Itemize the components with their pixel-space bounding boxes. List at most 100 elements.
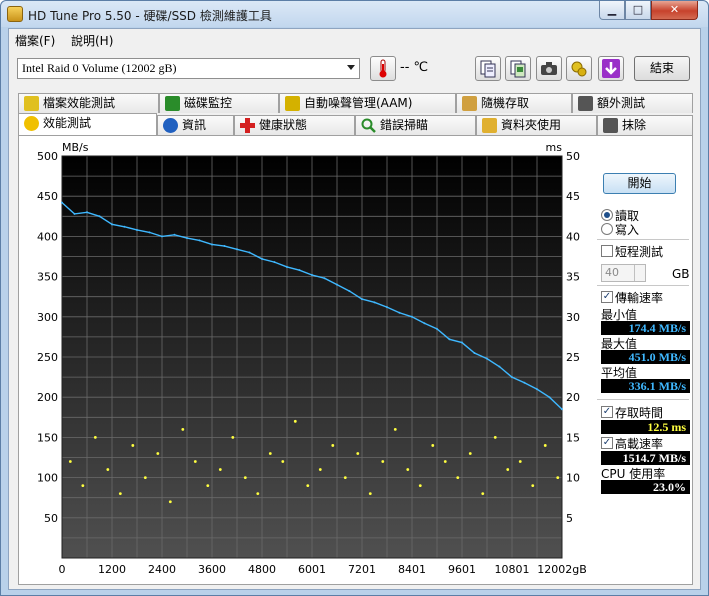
- transfer-rate-point: [323, 277, 326, 280]
- transfer-rate-point: [510, 376, 513, 379]
- y-left-tick-label: 50: [44, 512, 58, 525]
- y-right-tick-label: 35: [566, 271, 580, 284]
- transfer-rate-point: [198, 239, 201, 242]
- transfer-rate-point: [398, 311, 401, 314]
- start-button[interactable]: 開始: [603, 173, 676, 194]
- access-time-point: [106, 468, 110, 471]
- access-time-point: [218, 468, 222, 471]
- transfer-rate-point: [173, 233, 176, 236]
- access-time-point: [131, 444, 135, 447]
- title-bar[interactable]: HD Tune Pro 5.50 - 硬碟/SSD 檢測維護工具 ▁ □ ✕: [1, 1, 708, 27]
- write-radio[interactable]: [601, 223, 613, 235]
- transfer-rate-point: [498, 365, 501, 368]
- copy-screenshot-icon[interactable]: [505, 56, 531, 81]
- transfer-rate-point: [448, 338, 451, 341]
- disk-monitor-icon: [165, 96, 180, 111]
- transfer-rate-point: [235, 248, 238, 251]
- tab-aam-label: 自動噪聲管理(AAM): [304, 96, 413, 110]
- access-time-checkbox[interactable]: ✓: [601, 406, 613, 418]
- left-axis-unit: MB/s: [62, 141, 89, 154]
- y-left-tick-label: 150: [37, 431, 58, 444]
- x-tick-label: 8401: [398, 563, 426, 576]
- access-time-point: [443, 460, 447, 463]
- access-time-point: [431, 444, 435, 447]
- access-time-point: [206, 484, 210, 488]
- minimize-button[interactable]: ▁: [599, 1, 625, 20]
- access-time-point: [143, 476, 147, 479]
- tab-info-label: 資訊: [182, 118, 207, 132]
- burst-rate-value: 1514.7 MB/s: [601, 451, 690, 465]
- min-value: 174.4 MB/s: [601, 321, 690, 335]
- x-tick-label: 6001: [298, 563, 326, 576]
- exit-button[interactable]: 結束: [634, 56, 690, 81]
- tab-random-access-label: 隨機存取: [481, 96, 530, 110]
- access-time-point: [506, 468, 510, 471]
- transfer-rate-point: [123, 225, 126, 228]
- tab-disk-monitor-label: 磁碟監控: [184, 96, 233, 110]
- short-test-unit: GB: [672, 267, 690, 281]
- short-test-size-stepper[interactable]: 40: [601, 264, 646, 282]
- thermometer-icon[interactable]: [370, 56, 396, 81]
- x-tick-label: 9601: [448, 563, 476, 576]
- access-time-point: [418, 484, 422, 488]
- tab-folder-usage-label: 資料夾使用: [501, 118, 562, 132]
- tab-erase[interactable]: 抹除: [597, 115, 693, 135]
- toolbar: Intel Raid 0 Volume (12002 gB) -- ℃ 結束: [9, 50, 700, 90]
- read-radio[interactable]: [601, 209, 613, 221]
- divider: [597, 285, 689, 286]
- tab-health[interactable]: 健康狀態: [234, 115, 355, 135]
- access-time-point: [268, 452, 272, 455]
- download-icon[interactable]: [598, 56, 624, 81]
- x-tick-label: 10801: [495, 563, 530, 576]
- y-right-tick-label: 50: [566, 150, 580, 163]
- drive-select[interactable]: Intel Raid 0 Volume (12002 gB): [17, 58, 360, 79]
- tab-aam[interactable]: 自動噪聲管理(AAM): [279, 93, 456, 113]
- client-area: 檔案(F) 說明(H) Intel Raid 0 Volume (12002 g…: [8, 28, 701, 590]
- window-title: HD Tune Pro 5.50 - 硬碟/SSD 檢測維護工具: [28, 9, 272, 23]
- file-benchmark-icon: [24, 96, 39, 111]
- speaker-icon: [285, 96, 300, 111]
- close-button[interactable]: ✕: [651, 1, 698, 20]
- tab-benchmark[interactable]: 效能測試: [18, 113, 157, 135]
- access-time-point: [531, 484, 535, 488]
- maximize-button[interactable]: □: [625, 1, 651, 20]
- transfer-rate-point: [410, 315, 413, 318]
- tab-info[interactable]: 資訊: [157, 115, 234, 135]
- access-time-point: [393, 427, 397, 431]
- transfer-rate-point: [348, 290, 351, 293]
- options-icon[interactable]: [566, 56, 592, 81]
- access-time-point: [368, 492, 372, 496]
- camera-icon[interactable]: [536, 56, 562, 81]
- y-left-tick-label: 100: [37, 472, 58, 485]
- app-window: HD Tune Pro 5.50 - 硬碟/SSD 檢測維護工具 ▁ □ ✕ 檔…: [0, 0, 709, 596]
- tab-file-benchmark[interactable]: 檔案效能測試: [18, 93, 159, 113]
- tab-erase-label: 抹除: [622, 118, 647, 132]
- access-time-point: [343, 476, 347, 479]
- transfer-rate-point: [185, 237, 188, 240]
- divider: [597, 399, 689, 400]
- benchmark-bulb-icon: [24, 116, 39, 131]
- burst-rate-checkbox[interactable]: ✓: [601, 437, 613, 449]
- divider: [597, 239, 689, 240]
- copy-text-icon[interactable]: [475, 56, 501, 81]
- health-cross-icon: [240, 118, 255, 133]
- tab-extra-tests[interactable]: 額外測試: [572, 93, 693, 113]
- y-left-tick-label: 500: [37, 150, 58, 163]
- tab-error-scan[interactable]: 錯誤掃瞄: [355, 115, 476, 135]
- transfer-rate-point: [460, 341, 463, 344]
- transfer-rate-checkbox[interactable]: ✓: [601, 291, 613, 303]
- tab-folder-usage[interactable]: 資料夾使用: [476, 115, 597, 135]
- menu-bar: 檔案(F) 說明(H): [9, 29, 700, 49]
- menu-file[interactable]: 檔案(F): [15, 32, 55, 49]
- menu-help[interactable]: 說明(H): [71, 32, 113, 49]
- temperature-readout: -- ℃: [400, 60, 429, 75]
- transfer-rate-point: [373, 301, 376, 304]
- tab-random-access[interactable]: 隨機存取: [456, 93, 572, 113]
- write-label: 寫入: [615, 223, 640, 237]
- stepper-arrows-icon[interactable]: [634, 265, 645, 281]
- access-time-point: [118, 492, 122, 496]
- tab-disk-monitor[interactable]: 磁碟監控: [159, 93, 279, 113]
- short-test-checkbox[interactable]: [601, 245, 613, 257]
- transfer-rate-label: 傳輸速率: [615, 291, 664, 305]
- max-value: 451.0 MB/s: [601, 350, 690, 364]
